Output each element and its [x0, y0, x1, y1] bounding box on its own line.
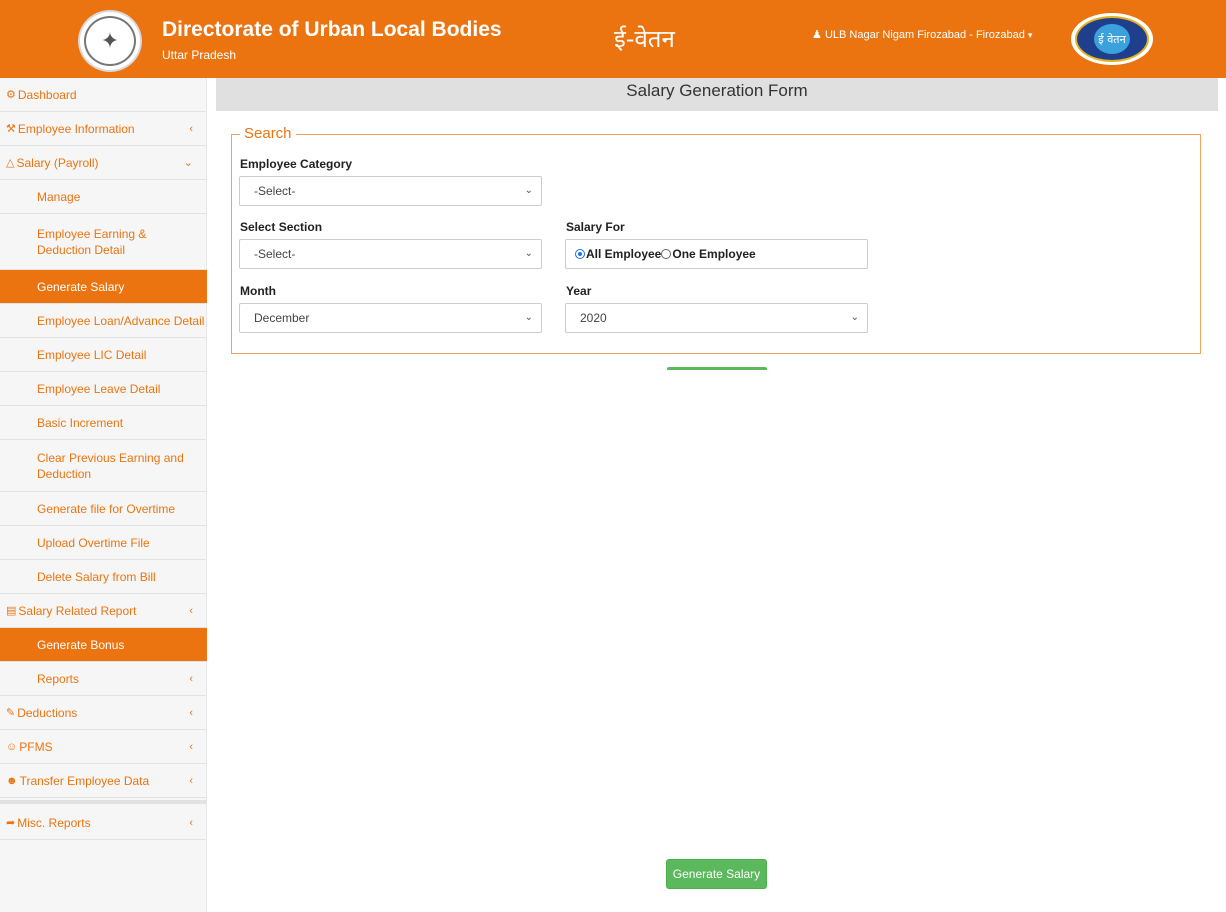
one-employee-label[interactable]: One Employee	[672, 247, 755, 261]
sidebar-item-basic-increment[interactable]: Basic Increment	[0, 406, 207, 440]
month-select[interactable]: December ⌄	[239, 303, 542, 333]
wrench-icon: ⚒	[6, 123, 16, 135]
external-link-icon: ➦	[6, 817, 16, 829]
sidebar-item-leave-detail[interactable]: Employee Leave Detail	[0, 372, 207, 406]
sidebar-item-deductions[interactable]: ✎ Deductions ‹	[0, 696, 207, 730]
sidebar-item-generate-bonus[interactable]: Generate Bonus	[0, 628, 207, 662]
edit-icon: ✎	[6, 707, 16, 719]
hidden-button-edge	[667, 367, 767, 370]
sidebar-item-loan-advance-detail[interactable]: Employee Loan/Advance Detail	[0, 304, 207, 338]
chevron-left-icon: ‹	[189, 816, 193, 829]
user-icon: ♟	[812, 29, 822, 41]
sidebar-item-salary-report[interactable]: ▤ Salary Related Report ‹	[0, 594, 207, 628]
sidebar-item-earning-deduction-detail[interactable]: Employee Earning & Deduction Detail	[0, 214, 207, 270]
sidebar-item-reports[interactable]: Reports ‹	[0, 662, 207, 696]
sidebar-item-pfms[interactable]: ☺ PFMS ‹	[0, 730, 207, 764]
sidebar-item-delete-salary[interactable]: Delete Salary from Bill	[0, 560, 207, 594]
sidebar-item-salary-payroll[interactable]: △ Salary (Payroll) ⌄	[0, 146, 207, 180]
year-label: Year	[566, 284, 592, 298]
chevron-down-icon: ⌄	[524, 185, 533, 196]
user-menu[interactable]: ♟ ULB Nagar Nigam Firozabad - Firozabad …	[812, 28, 1032, 41]
sidebar-item-dashboard[interactable]: ⚙ Dashboard	[0, 78, 207, 112]
sidebar-item-employee-information[interactable]: ⚒ Employee Information ‹	[0, 112, 207, 146]
brand-title: Directorate of Urban Local Bodies	[162, 18, 502, 41]
sidebar-item-generate-salary[interactable]: Generate Salary	[0, 270, 207, 304]
chevron-left-icon: ‹	[189, 706, 193, 719]
chevron-left-icon: ‹	[189, 774, 193, 787]
dashboard-icon: ⚙	[6, 89, 16, 101]
page-title: Salary Generation Form	[216, 78, 1218, 111]
user-circle-icon: ☺	[6, 740, 18, 753]
salary-for-radio-group: All Employee One Employee	[565, 239, 868, 269]
brand-subtitle: Uttar Pradesh	[162, 48, 237, 62]
year-select[interactable]: 2020 ⌄	[565, 303, 868, 333]
select-section-select[interactable]: -Select- ⌄	[239, 239, 542, 269]
sidebar-item-lic-detail[interactable]: Employee LIC Detail	[0, 338, 207, 372]
employee-category-label: Employee Category	[240, 157, 353, 171]
chevron-left-icon: ‹	[189, 122, 193, 135]
user-label: ULB Nagar Nigam Firozabad - Firozabad	[824, 29, 1025, 41]
sidebar-item-generate-overtime-file[interactable]: Generate file for Overtime	[0, 492, 207, 526]
bar-chart-icon: ▤	[6, 605, 17, 617]
sidebar-item-misc-reports[interactable]: ➦ Misc. Reports ‹	[0, 806, 207, 840]
chevron-left-icon: ‹	[189, 740, 193, 753]
sidebar-item-manage[interactable]: Manage	[0, 180, 207, 214]
generate-salary-button[interactable]: Generate Salary	[666, 859, 767, 889]
chevron-down-icon: ⌄	[183, 157, 193, 169]
chevron-left-icon: ‹	[189, 604, 193, 617]
e-vetan-logo: ई वेतन	[1071, 13, 1153, 65]
month-label: Month	[240, 284, 276, 298]
all-employee-radio[interactable]	[575, 249, 585, 259]
search-legend: Search	[240, 125, 296, 142]
chevron-down-icon: ⌄	[524, 248, 533, 259]
chevron-down-icon: ⌄	[524, 312, 533, 323]
employee-category-select[interactable]: -Select- ⌄	[239, 176, 542, 206]
caret-down-icon: ▾	[1027, 30, 1033, 40]
sidebar-divider	[0, 800, 207, 804]
app-header: ✦ Directorate of Urban Local Bodies Utta…	[0, 0, 1226, 78]
sitemap-icon: △	[6, 157, 15, 169]
chevron-left-icon: ‹	[189, 672, 193, 685]
chevron-down-icon: ⌄	[850, 312, 859, 323]
sidebar-item-transfer-employee[interactable]: ☻ Transfer Employee Data ‹	[0, 764, 207, 798]
up-government-emblem-icon: ✦	[78, 10, 142, 72]
select-section-label: Select Section	[240, 220, 323, 234]
users-icon: ☻	[6, 774, 18, 787]
salary-for-label: Salary For	[566, 220, 625, 234]
all-employee-label[interactable]: All Employee	[586, 247, 661, 261]
sidebar-item-clear-previous[interactable]: Clear Previous Earning and Deduction	[0, 440, 207, 492]
one-employee-radio[interactable]	[661, 249, 672, 259]
app-name-hindi: ई-वेतन	[614, 25, 675, 53]
sidebar-item-upload-overtime[interactable]: Upload Overtime File	[0, 526, 207, 560]
